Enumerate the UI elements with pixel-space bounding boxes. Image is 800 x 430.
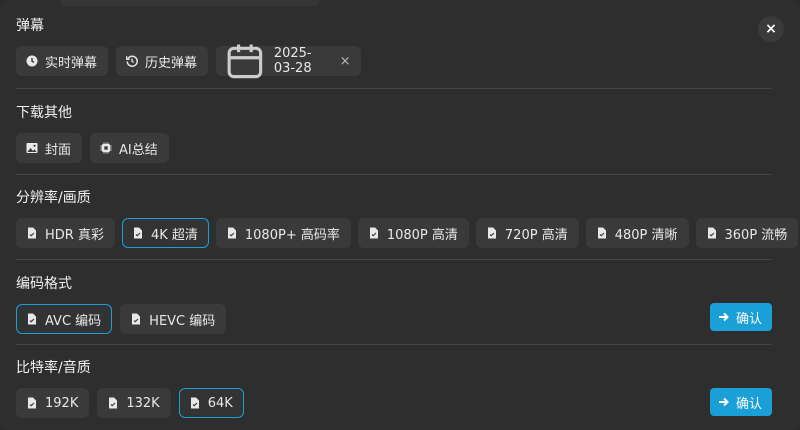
- divider: [16, 259, 772, 260]
- arrow-right-icon: [718, 397, 729, 407]
- bitrate-section: 比特率/音质 192K 132K 64K: [16, 358, 772, 418]
- cover-label: 封面: [45, 142, 72, 158]
- codec-option-hevc[interactable]: HEVC 编码: [120, 304, 227, 334]
- codec-section: 编码格式 AVC 编码 HEVC 编码: [16, 274, 772, 334]
- divider: [16, 174, 772, 175]
- codec-confirm-button[interactable]: 确认: [709, 303, 772, 331]
- bitrate-confirm-label: 确认: [735, 396, 762, 412]
- arrow-right-icon: [718, 312, 729, 322]
- bitrate-option-label: 64K: [207, 395, 233, 411]
- ai-summary-button[interactable]: AI总结: [90, 133, 169, 163]
- codec-option-label: HEVC 编码: [149, 313, 216, 329]
- file-icon: [28, 227, 36, 239]
- clear-date-icon[interactable]: ×: [340, 54, 351, 69]
- calendar-icon: [227, 44, 263, 79]
- date-value: 2025-03-28: [273, 46, 312, 76]
- bitrate-option-192k[interactable]: 192K: [16, 388, 90, 418]
- cover-button[interactable]: 封面: [16, 133, 83, 163]
- file-icon: [28, 397, 36, 409]
- bitrate-option-label: 132K: [126, 395, 160, 411]
- bitrate-title: 比特率/音质: [16, 360, 91, 376]
- date-picker[interactable]: 2025-03-28 ×: [216, 44, 361, 79]
- file-icon: [190, 397, 199, 409]
- realtime-danmaku-button[interactable]: 实时弹幕: [16, 46, 109, 76]
- resolution-option-label: 4K 超清: [150, 227, 198, 243]
- codec-title: 编码格式: [16, 276, 72, 292]
- resolution-option-label: 1080P 高清: [386, 227, 458, 243]
- resolution-option-label: 480P 清晰: [614, 227, 678, 243]
- history-icon: [126, 55, 138, 67]
- danmaku-section: 弹幕 实时弹幕 历史弹幕 2025-03-28 ×: [16, 16, 772, 79]
- download-other-section: 下载其他 封面 AI总结: [16, 103, 772, 163]
- bitrate-option-132k[interactable]: 132K: [97, 388, 171, 418]
- file-icon: [369, 227, 378, 239]
- file-icon: [109, 397, 118, 409]
- divider: [16, 344, 772, 345]
- bitrate-option-64k[interactable]: 64K: [178, 388, 244, 418]
- file-icon: [132, 313, 141, 325]
- download-panel: × 弹幕 实时弹幕 历史弹幕 2025-03-28 × 下载其他 封面 AI总结…: [0, 0, 800, 430]
- resolution-title: 分辨率/画质: [16, 190, 91, 206]
- resolution-section: 分辨率/画质 HDR 真彩 4K 超清 1080P+ 高码率 1080P 高清 …: [16, 188, 799, 248]
- download-other-title: 下载其他: [16, 105, 72, 121]
- bitrate-option-label: 192K: [45, 395, 79, 411]
- clock-icon: [26, 55, 38, 67]
- resolution-option-label: HDR 真彩: [45, 227, 104, 243]
- resolution-option-1080p[interactable]: 1080P 高清: [357, 218, 469, 248]
- resolution-option-720p[interactable]: 720P 高清: [475, 218, 579, 248]
- resolution-option-label: 1080P+ 高码率: [244, 227, 340, 243]
- danmaku-title: 弹幕: [16, 18, 44, 34]
- resolution-option-label: 360P 流畅: [724, 227, 788, 243]
- resolution-option-label: 720P 高清: [504, 227, 568, 243]
- history-danmaku-button[interactable]: 历史弹幕: [116, 46, 209, 76]
- divider: [16, 88, 772, 89]
- chip-icon: [100, 142, 112, 154]
- resolution-option-360p[interactable]: 360P 流畅: [695, 218, 799, 248]
- codec-confirm-label: 确认: [735, 311, 762, 327]
- codec-option-avc[interactable]: AVC 编码: [16, 304, 113, 334]
- resolution-option-hdr[interactable]: HDR 真彩: [16, 218, 115, 248]
- image-icon: [26, 143, 38, 153]
- resolution-option-480p[interactable]: 480P 清晰: [585, 218, 689, 248]
- top-strip: [60, 0, 320, 6]
- resolution-option-4k[interactable]: 4K 超清: [121, 218, 209, 248]
- file-icon: [28, 313, 36, 325]
- bitrate-confirm-button[interactable]: 确认: [709, 388, 772, 416]
- realtime-danmaku-label: 实时弹幕: [45, 55, 98, 71]
- codec-option-label: AVC 编码: [45, 313, 102, 329]
- file-icon: [707, 227, 716, 239]
- ai-summary-label: AI总结: [119, 142, 158, 158]
- history-danmaku-label: 历史弹幕: [145, 55, 198, 71]
- file-icon: [487, 227, 496, 239]
- file-icon: [227, 227, 236, 239]
- file-icon: [133, 227, 142, 239]
- resolution-option-1080p-plus[interactable]: 1080P+ 高码率: [215, 218, 351, 248]
- file-icon: [597, 227, 606, 239]
